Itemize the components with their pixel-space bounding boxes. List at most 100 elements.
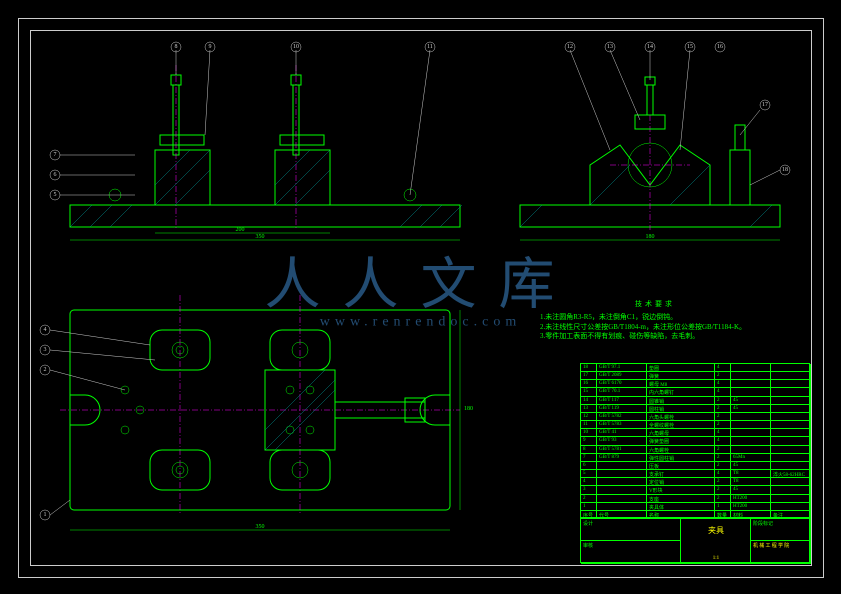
bom-cell	[771, 421, 811, 429]
dim-plan-height: 180	[464, 406, 473, 412]
dim-front-span1: 200	[236, 227, 245, 233]
bom-cell: 45	[731, 462, 771, 470]
bom-cell: 螺母 M8	[647, 380, 715, 388]
bom-cell	[771, 495, 811, 503]
bom-cell: GB/T 70.1	[597, 388, 647, 396]
bom-cell: 8	[581, 446, 597, 454]
bom-cell: 压板	[647, 462, 715, 470]
bom-cell: 支承钉	[647, 470, 715, 478]
bom-cell: 定位销	[647, 478, 715, 486]
drawing-name: 夹具	[681, 525, 751, 536]
bom-cell: 全螺纹螺栓	[647, 421, 715, 429]
side-elevation-view: 12 13 14 15 16 17 18 180	[510, 55, 800, 250]
bom-cell	[771, 429, 811, 437]
bom-cell: 12	[581, 413, 597, 421]
bom-cell: 4	[581, 478, 597, 486]
bom-cell: 2	[715, 486, 731, 494]
bom-cell	[771, 454, 811, 462]
notes-line-3: 3.零件加工表面不得有划痕、碰伤等缺陷，去毛刺。	[540, 332, 770, 342]
bom-cell: 2	[715, 454, 731, 462]
bom-cell: 65Mn	[731, 454, 771, 462]
drawing-scale: 1:1	[681, 556, 751, 561]
bom-cell: 弹簧垫圈	[647, 437, 715, 445]
tb-company: 机 械 工 程 学 院	[751, 541, 811, 564]
bom-cell: 3	[581, 486, 597, 494]
bom-cell: 1	[715, 503, 731, 511]
bom-cell: 4	[715, 470, 731, 478]
bom-cell: 5	[581, 470, 597, 478]
bom-cell: 4	[715, 437, 731, 445]
balloons-front: 8 9 10 11 7 6 5	[50, 42, 435, 200]
title-box: 设计 审核 夹具 1:1 阶段标记 机 械 工 程 学 院	[580, 518, 810, 563]
bom-cell	[771, 478, 811, 486]
bom-cell: 2	[715, 405, 731, 413]
bom-cell	[731, 446, 771, 454]
bom-cell: 11	[581, 421, 597, 429]
bom-cell: 2	[715, 478, 731, 486]
svg-text:9: 9	[209, 44, 212, 50]
bom-cell	[771, 372, 811, 380]
svg-text:14: 14	[647, 44, 653, 50]
bom-cell: 4	[715, 380, 731, 388]
bom-cell: 4	[715, 388, 731, 396]
svg-text:12: 12	[567, 44, 573, 50]
front-elevation-view: 350 200 8 9 10 11 7 6 5	[60, 55, 470, 250]
bom-cell: 2	[715, 413, 731, 421]
svg-text:2: 2	[44, 367, 47, 373]
bom-cell: 垫圈	[647, 364, 715, 372]
bom-cell: 淬火58-62HRC	[771, 470, 811, 478]
bom-cell	[597, 495, 647, 503]
cad-canvas: 350 200 8 9 10 11 7 6 5	[0, 0, 841, 594]
tb-design-lbl: 设计	[581, 519, 681, 541]
bom-cell	[597, 486, 647, 494]
bom-cell	[597, 478, 647, 486]
bom-cell: 4	[715, 429, 731, 437]
bom-cell: 六角头螺栓	[647, 413, 715, 421]
bom-cell	[597, 470, 647, 478]
bom-cell: GB/T 6170	[597, 380, 647, 388]
bom-cell: 支座	[647, 495, 715, 503]
bom-cell: GB/T 41	[597, 429, 647, 437]
bom-cell: GB/T 119	[597, 405, 647, 413]
tb-stage: 阶段标记	[751, 519, 811, 541]
plan-view: 4 3 2 1 350 180	[50, 290, 470, 550]
bom-cell	[731, 364, 771, 372]
dim-plan-overall: 350	[256, 524, 265, 530]
bom-cell	[771, 437, 811, 445]
notes-line-2: 2.未注线性尺寸公差按GB/T1804-m，未注形位公差按GB/T1184-K。	[540, 323, 770, 333]
svg-text:8: 8	[175, 44, 178, 50]
bom-cell	[597, 462, 647, 470]
bom-cell: 六角螺母	[647, 429, 715, 437]
bom-table: 18GB/T 97.1垫圈417GB/T 2089弹簧216GB/T 6170螺…	[580, 363, 810, 518]
bom-cell: 9	[581, 437, 597, 445]
tb-check-lbl: 审核	[581, 541, 681, 564]
bom-cell: 45	[731, 397, 771, 405]
bom-cell	[771, 397, 811, 405]
bom-cell: 10	[581, 429, 597, 437]
bom-cell	[731, 429, 771, 437]
bom-cell: 18	[581, 364, 597, 372]
balloons-side: 12 13 14 15 16 17 18	[565, 42, 790, 175]
svg-text:6: 6	[54, 172, 57, 178]
bom-cell	[731, 413, 771, 421]
bom-cell: HT200	[731, 503, 771, 511]
bom-cell: 45	[731, 486, 771, 494]
bom-cell: 弹簧	[647, 372, 715, 380]
notes-line-1: 1.未注圆角R3-R5，未注倒角C1，锐边倒钝。	[540, 313, 770, 323]
svg-text:13: 13	[607, 44, 613, 50]
bom-cell	[771, 462, 811, 470]
bom-cell: 2	[581, 495, 597, 503]
bom-cell: HT200	[731, 495, 771, 503]
bom-cell: 六角螺栓	[647, 446, 715, 454]
svg-text:7: 7	[54, 152, 57, 158]
bom-cell: GB/T 97.1	[597, 364, 647, 372]
bom-cell	[771, 446, 811, 454]
bom-cell	[731, 372, 771, 380]
notes-heading: 技术要求	[540, 300, 770, 310]
bom-cell: 2	[715, 446, 731, 454]
bom-cell: 17	[581, 372, 597, 380]
bom-cell: 弹性圆柱销	[647, 454, 715, 462]
bom-cell: 6	[581, 462, 597, 470]
bom-cell: 内六角螺钉	[647, 388, 715, 396]
bom-cell: 2	[715, 421, 731, 429]
